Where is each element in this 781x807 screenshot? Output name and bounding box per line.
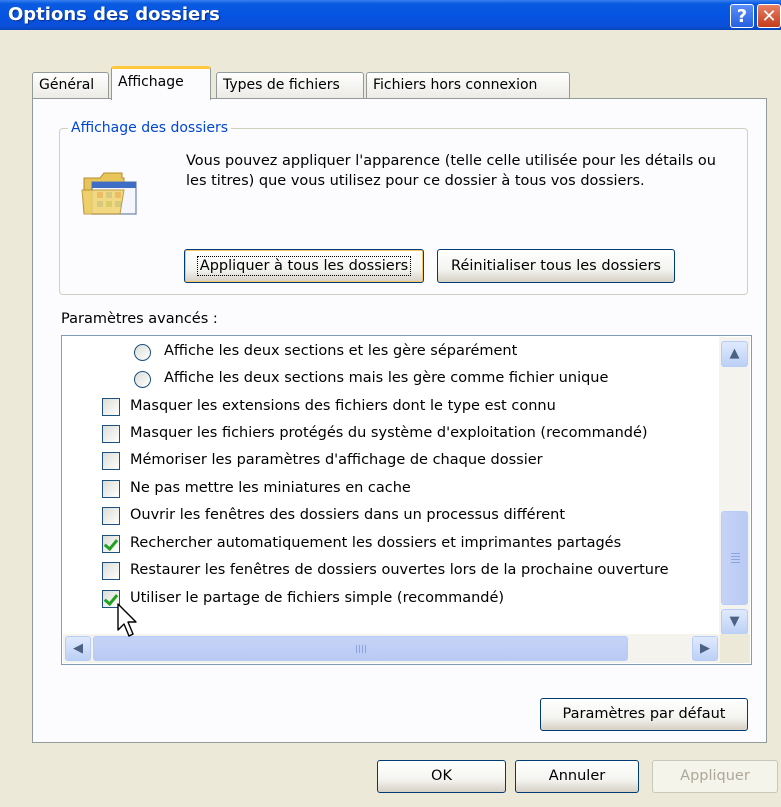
close-button[interactable]: ✕ (757, 4, 781, 28)
tab-affichage[interactable]: Affichage (111, 66, 211, 100)
close-icon: ✕ (761, 6, 777, 27)
radio-button[interactable] (134, 371, 151, 388)
ok-label: OK (431, 768, 452, 784)
mouse-pointer-icon (117, 603, 137, 637)
horizontal-scrollbar[interactable]: ◀ ▶ (63, 634, 720, 663)
checkbox-checked[interactable] (102, 535, 120, 553)
window-title: Options des dossiers (8, 4, 220, 25)
apply-to-all-folders-label: Appliquer à tous les dossiers (196, 256, 412, 276)
tab-label: Général (39, 77, 95, 93)
grip-line (356, 645, 357, 653)
chevron-left-icon: ◀ (73, 641, 83, 656)
checkbox[interactable] (102, 480, 120, 498)
list-item-label: Affiche les deux sections mais les gère … (164, 370, 609, 386)
checkbox[interactable] (102, 452, 120, 470)
grip-line (362, 645, 363, 653)
scroll-right-button[interactable]: ▶ (692, 636, 718, 661)
list-item-label: Ne pas mettre les miniatures en cache (130, 480, 411, 496)
folder-view-description: Vous pouvez appliquer l'apparence (telle… (186, 153, 716, 189)
grip-line (731, 556, 740, 557)
tab-types-de-fichiers[interactable]: Types de fichiers (216, 72, 364, 98)
checkbox[interactable] (102, 507, 120, 525)
advanced-settings-label: Paramètres avancés : (61, 311, 218, 327)
grip-line (731, 562, 740, 563)
tab-label: Fichiers hors connexion (373, 77, 538, 93)
grip-line (359, 645, 360, 653)
scroll-down-button[interactable]: ▼ (721, 609, 748, 635)
checkbox[interactable] (102, 398, 120, 416)
title-bar[interactable]: Options des dossiers ? ✕ (0, 0, 781, 30)
list-item-label: Masquer les extensions des fichiers dont… (130, 398, 556, 414)
list-item-label: Affiche les deux sections et les gère sé… (164, 343, 518, 359)
grip-line (731, 559, 740, 560)
checkbox[interactable] (102, 562, 120, 580)
tab-fichiers-hors-connexion[interactable]: Fichiers hors connexion (366, 72, 570, 98)
apply-to-all-folders-button[interactable]: Appliquer à tous les dossiers (184, 249, 424, 283)
list-item-label: Rechercher automatiquement les dossiers … (130, 535, 622, 551)
advanced-settings-list[interactable]: Affiche les deux sections et les gère sé… (61, 335, 752, 665)
chevron-right-icon: ▶ (700, 641, 710, 656)
ok-button[interactable]: OK (377, 760, 506, 793)
grip-line (365, 645, 366, 653)
vertical-scrollbar[interactable]: ▲ ▼ (719, 337, 750, 635)
vertical-scroll-thumb[interactable] (721, 511, 748, 605)
grip-line (731, 553, 740, 554)
horizontal-scroll-thumb[interactable] (93, 636, 628, 661)
scroll-left-button[interactable]: ◀ (65, 636, 91, 661)
scrollbar-corner (720, 634, 750, 663)
cancel-label: Annuler (548, 768, 606, 784)
list-item-label: Restaurer les fenêtres de dossiers ouver… (130, 562, 669, 578)
chevron-up-icon: ▲ (729, 346, 740, 361)
folder-view-legend: Affichage des dossiers (68, 119, 232, 137)
tab-label: Affichage (118, 74, 184, 90)
cancel-button[interactable]: Annuler (515, 760, 639, 793)
list-item-label: Utiliser le partage de fichiers simple (… (130, 590, 505, 606)
folder-options-icon (81, 172, 137, 215)
apply-label: Appliquer (680, 768, 750, 784)
reset-all-folders-button[interactable]: Réinitialiser tous les dossiers (437, 249, 675, 283)
tab-label: Types de fichiers (223, 77, 340, 93)
scroll-up-button[interactable]: ▲ (721, 341, 748, 367)
restore-defaults-button[interactable]: Paramètres par défaut (540, 698, 748, 731)
radio-button[interactable] (134, 344, 151, 361)
restore-defaults-label: Paramètres par défaut (562, 706, 726, 722)
checkbox[interactable] (102, 425, 120, 443)
list-item-label: Ouvrir les fenêtres des dossiers dans un… (130, 507, 566, 523)
tab-general[interactable]: Général (32, 72, 109, 98)
help-icon: ? (736, 6, 748, 27)
reset-all-folders-label: Réinitialiser tous les dossiers (451, 258, 661, 274)
chevron-down-icon: ▼ (729, 614, 740, 629)
list-item-label: Mémoriser les paramètres d'affichage de … (130, 452, 543, 468)
help-button[interactable]: ? (730, 4, 754, 28)
apply-button[interactable]: Appliquer (652, 760, 778, 793)
list-item-label: Masquer les fichiers protégés du système… (130, 425, 648, 441)
